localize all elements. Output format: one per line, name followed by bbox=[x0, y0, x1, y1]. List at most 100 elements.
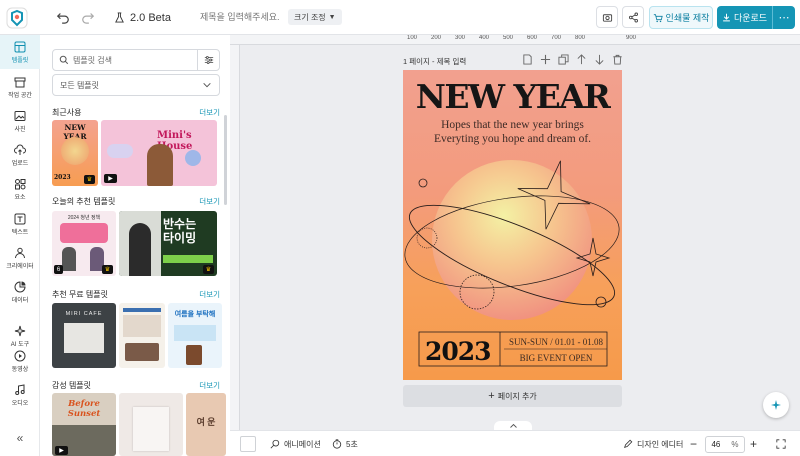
add-page-button[interactable]: + 페이지 추가 bbox=[403, 385, 622, 407]
trash-icon[interactable] bbox=[612, 54, 623, 65]
print-label: 인쇄물 제작 bbox=[665, 13, 710, 23]
duration-button[interactable]: 5초 bbox=[332, 431, 358, 456]
fullscreen-button[interactable] bbox=[776, 431, 786, 456]
document-title-input[interactable] bbox=[200, 8, 280, 26]
version-badge[interactable]: 2.0 Beta bbox=[114, 9, 171, 26]
zoom-input[interactable]: 46 % bbox=[705, 436, 745, 453]
template-thumb-minis-house[interactable]: Mini's House ▶ bbox=[101, 120, 217, 186]
thumb-card bbox=[133, 407, 169, 451]
rail-item-templates[interactable]: 템플릿 bbox=[0, 35, 40, 69]
poster-date[interactable]: SUN-SUN / 01.01 - 01.08 bbox=[504, 337, 608, 347]
rail-item-upload[interactable]: 업로드 bbox=[0, 138, 40, 172]
template-thumb-soft-room[interactable] bbox=[119, 393, 183, 456]
rail-label: 작업 공간 bbox=[8, 92, 32, 99]
flask-icon bbox=[115, 12, 124, 23]
template-thumb-before-sunset[interactable]: Before Sunset ▶ bbox=[52, 393, 116, 456]
chevron-up-icon bbox=[509, 423, 517, 428]
thumb-title: 2024 청년 정책 bbox=[67, 215, 101, 221]
poster-event[interactable]: BIG EVENT OPEN bbox=[504, 353, 608, 363]
rail-item-video[interactable]: 동영상 bbox=[0, 344, 40, 378]
template-search[interactable]: 템플릿 검색 bbox=[52, 49, 220, 71]
resize-button[interactable]: 크기 조정 ▼ bbox=[288, 9, 342, 25]
zoom-in-button[interactable]: + bbox=[750, 431, 757, 456]
template-icon bbox=[14, 41, 26, 52]
thumb-year: 2023 bbox=[54, 174, 71, 181]
section-title-today: 오늘의 추천 템플릿 bbox=[52, 197, 116, 206]
rail-label: 동영상 bbox=[11, 366, 29, 373]
print-order-button[interactable]: 인쇄물 제작 bbox=[649, 6, 713, 29]
rail-item-text[interactable]: 텍스트 bbox=[0, 207, 40, 241]
rail-item-audio[interactable]: 오디오 bbox=[0, 378, 40, 412]
template-thumb-new-year[interactable]: NEW YEAR 2023 ♛ bbox=[52, 120, 98, 186]
expand-pages-tab[interactable] bbox=[494, 421, 532, 430]
arrow-up-icon[interactable] bbox=[576, 54, 587, 65]
background-color-swatch[interactable] bbox=[240, 436, 256, 452]
rail-item-data[interactable]: 데이터 bbox=[0, 275, 40, 309]
add-page-label: 페이지 추가 bbox=[497, 391, 537, 401]
download-label: 다운로드 bbox=[733, 13, 768, 23]
template-thumb-youth-policy[interactable]: 2024 청년 정책 6 ♛ bbox=[52, 211, 116, 276]
poster-subtitle-1[interactable]: Hopes that the new year brings bbox=[403, 119, 622, 131]
rail-label: 요소 bbox=[14, 194, 26, 201]
video-icon bbox=[14, 350, 26, 361]
page-toolbar bbox=[522, 54, 623, 65]
rail-item-workspace[interactable]: 작업 공간 bbox=[0, 70, 40, 104]
arrow-down-icon[interactable] bbox=[594, 54, 605, 65]
animation-button[interactable]: 애니메이션 bbox=[270, 431, 321, 456]
double-chevron-left-icon: « bbox=[16, 431, 24, 445]
ruler-mark: 100 bbox=[407, 35, 418, 41]
duplicate-icon[interactable] bbox=[558, 54, 569, 65]
filter-button[interactable] bbox=[197, 49, 219, 71]
poster-year[interactable]: 2023 bbox=[425, 337, 492, 366]
ruler-mark: 800 bbox=[575, 35, 586, 41]
more-options-button[interactable]: ⋯ bbox=[772, 6, 795, 29]
text-icon bbox=[14, 213, 26, 224]
undo-icon[interactable] bbox=[55, 9, 71, 25]
workspace-icon bbox=[14, 77, 26, 87]
page-note-icon[interactable] bbox=[522, 54, 533, 65]
collapse-panel-button[interactable]: « bbox=[0, 424, 40, 452]
template-thumb-afterglow[interactable]: 여 운 bbox=[186, 393, 226, 456]
download-button[interactable]: 다운로드 bbox=[717, 6, 772, 29]
poster-artwork bbox=[404, 160, 620, 367]
animation-icon bbox=[270, 439, 280, 449]
template-thumb-miri-cafe[interactable]: MIRI CAFE bbox=[52, 303, 116, 368]
rail-label: 사진 bbox=[14, 126, 26, 133]
section-title-free: 추천 무료 템플릿 bbox=[52, 290, 108, 299]
design-editor-button[interactable]: 디자인 에디터 bbox=[623, 431, 683, 456]
more-link-recent[interactable]: 더보기 bbox=[199, 107, 220, 118]
poster-title[interactable]: NEW YEAR bbox=[403, 80, 622, 113]
template-panel: 템플릿 검색 모든 템플릿 최근사용 더보기 NEW YEAR 2023 ♛ M… bbox=[40, 35, 230, 456]
panel-scrollbar[interactable] bbox=[224, 115, 227, 205]
template-thumb-notice[interactable] bbox=[119, 303, 165, 368]
more-link-today[interactable]: 더보기 bbox=[199, 196, 220, 207]
template-thumb-timing[interactable]: 반수는 타이밍 ♛ bbox=[119, 211, 217, 276]
animation-label: 애니메이션 bbox=[284, 439, 321, 449]
more-link-free[interactable]: 더보기 bbox=[199, 289, 220, 300]
rail-item-photo[interactable]: 사진 bbox=[0, 104, 40, 138]
more-link-mood[interactable]: 더보기 bbox=[199, 380, 220, 391]
thumb-subtitle: Sunset bbox=[67, 409, 101, 419]
page-label[interactable]: 1 페이지 - 제목 입력 bbox=[403, 56, 466, 67]
thumb-orb bbox=[61, 137, 89, 165]
ruler-mark: 200 bbox=[431, 35, 442, 41]
photo-icon bbox=[14, 110, 26, 121]
template-thumb-summer[interactable]: 여름을 부탁해 bbox=[168, 303, 222, 368]
rail-item-elements[interactable]: 요소 bbox=[0, 172, 40, 206]
ai-assist-button[interactable] bbox=[763, 392, 789, 418]
add-icon[interactable] bbox=[540, 54, 551, 65]
camera-button[interactable] bbox=[596, 6, 618, 28]
thumb-ball bbox=[185, 150, 201, 166]
share-button[interactable] bbox=[622, 6, 644, 28]
poster-page[interactable]: NEW YEAR Hopes that the new year brings … bbox=[403, 70, 622, 380]
poster-subtitle-2[interactable]: Everyting you hope and dream of. bbox=[403, 133, 622, 145]
thumb-drink bbox=[186, 345, 202, 365]
rail-item-creator[interactable]: 크리에이터 bbox=[0, 241, 40, 275]
thumb-stripe bbox=[163, 255, 213, 263]
redo-icon[interactable] bbox=[80, 9, 96, 25]
app-logo-icon[interactable] bbox=[6, 7, 28, 29]
premium-crown-icon: ♛ bbox=[102, 265, 113, 274]
template-category-select[interactable]: 모든 템플릿 bbox=[52, 74, 220, 96]
zoom-out-button[interactable]: − bbox=[690, 431, 697, 456]
ruler-mark: 700 bbox=[551, 35, 562, 41]
